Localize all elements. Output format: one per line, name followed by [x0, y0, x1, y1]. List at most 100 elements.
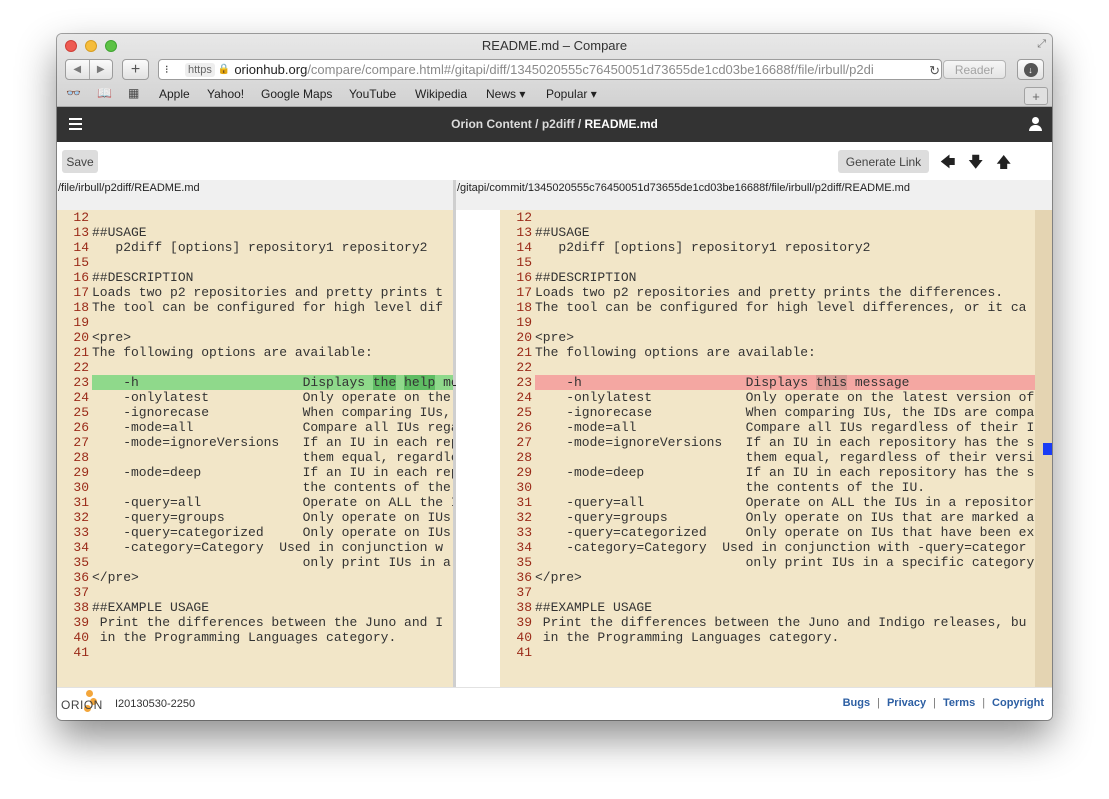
changed-code-line[interactable]: -h Displays this message: [535, 375, 1035, 390]
code-line[interactable]: [92, 585, 453, 600]
code-line[interactable]: </pre>: [92, 570, 453, 585]
code-line[interactable]: [535, 645, 1035, 660]
code-line[interactable]: [535, 315, 1035, 330]
code-line[interactable]: ##DESCRIPTION: [535, 270, 1035, 285]
reload-icon[interactable]: ↻: [929, 63, 940, 79]
code-line[interactable]: them equal, regardless of their versio: [535, 450, 1035, 465]
bookmark-google-maps[interactable]: Google Maps: [261, 87, 332, 101]
code-line[interactable]: [535, 210, 1035, 225]
right-code-area[interactable]: ##USAGE p2diff [options] repository1 rep…: [535, 210, 1035, 687]
user-icon[interactable]: [1028, 116, 1042, 132]
code-line[interactable]: -mode=ignoreVersions If an IU in each re…: [92, 435, 453, 450]
left-editor[interactable]: 12 13 14 15 16 17 18 19 20 21 22 23 24 25 26 27 28 29 30 31…: [57, 210, 453, 687]
code-line[interactable]: -query=all Operate on ALL the IUs in a r…: [535, 495, 1035, 510]
code-line[interactable]: in the Programming Languages category.: [92, 630, 453, 645]
code-line[interactable]: only print IUs in a: [92, 555, 453, 570]
bugs-link[interactable]: Bugs: [843, 697, 871, 709]
bookmark-news-menu[interactable]: News ▾: [486, 87, 525, 101]
site-favicon-icon: ⁝: [165, 64, 169, 76]
code-line[interactable]: -query=categorized Only operate on IUs: [92, 525, 453, 540]
code-line[interactable]: ##EXAMPLE USAGE: [535, 600, 1035, 615]
code-line[interactable]: the contents of the IU.: [535, 480, 1035, 495]
code-line[interactable]: [92, 255, 453, 270]
code-line[interactable]: -query=groups Only operate on IUs that a…: [535, 510, 1035, 525]
code-line[interactable]: Print the differences between the Juno a…: [535, 615, 1035, 630]
code-line[interactable]: p2diff [options] repository1 repository2: [92, 240, 453, 255]
next-change-arrow-icon[interactable]: 🡇: [968, 152, 983, 177]
code-line[interactable]: [535, 585, 1035, 600]
reading-list-icon[interactable]: 👓: [66, 86, 81, 100]
back-button[interactable]: ◀: [66, 60, 89, 79]
bookmark-popular-menu[interactable]: Popular ▾: [546, 87, 597, 101]
code-line[interactable]: -query=categorized Only operate on IUs t…: [535, 525, 1035, 540]
add-bookmark-button[interactable]: +: [122, 59, 149, 80]
code-line[interactable]: [92, 210, 453, 225]
forward-button[interactable]: ▶: [88, 60, 113, 79]
code-line[interactable]: ##USAGE: [92, 225, 453, 240]
new-tab-button[interactable]: +: [1024, 87, 1048, 105]
code-line[interactable]: [92, 645, 453, 660]
bookmark-apple[interactable]: Apple: [159, 87, 190, 101]
code-line[interactable]: The tool can be configured for high leve…: [92, 300, 453, 315]
code-line[interactable]: -onlylatest Only operate on the: [92, 390, 453, 405]
code-line[interactable]: p2diff [options] repository1 repository2: [535, 240, 1035, 255]
code-line[interactable]: -category=Category Used in conjunction w…: [535, 540, 1035, 555]
code-line[interactable]: </pre>: [535, 570, 1035, 585]
bookmark-yahoo[interactable]: Yahoo!: [207, 87, 244, 101]
downloads-button[interactable]: ↓: [1017, 59, 1044, 80]
code-line[interactable]: Loads two p2 repositories and pretty pri…: [535, 285, 1035, 300]
code-line[interactable]: [92, 315, 453, 330]
previous-diff-block-arrow-icon[interactable]: 🡅: [996, 152, 1011, 177]
top-sites-grid-icon[interactable]: ▦: [128, 86, 139, 100]
bookmark-wikipedia[interactable]: Wikipedia: [415, 87, 467, 101]
code-line[interactable]: them equal, regardle: [92, 450, 453, 465]
breadcrumb-p2diff[interactable]: p2diff: [542, 117, 575, 131]
left-code-area[interactable]: ##USAGE p2diff [options] repository1 rep…: [92, 210, 453, 687]
code-line[interactable]: Loads two p2 repositories and pretty pri…: [92, 285, 453, 300]
code-line[interactable]: -ignorecase When comparing IUs,: [92, 405, 453, 420]
code-line[interactable]: -category=Category Used in conjunction w: [92, 540, 453, 555]
bookmark-youtube[interactable]: YouTube: [349, 87, 396, 101]
code-line[interactable]: [535, 255, 1035, 270]
code-line[interactable]: -mode=deep If an IU in each rep: [92, 465, 453, 480]
address-bar[interactable]: ⁝ https 🔒 orionhub.org /compare/compare.…: [158, 59, 942, 80]
code-line[interactable]: Print the differences between the Juno a…: [92, 615, 453, 630]
code-line[interactable]: ##USAGE: [535, 225, 1035, 240]
bookmarks-bar: 👓 📖 ▦ Apple Yahoo! Google Maps YouTube W…: [57, 84, 1052, 104]
terms-link[interactable]: Terms: [943, 697, 975, 709]
code-line[interactable]: The following options are available:: [535, 345, 1035, 360]
save-button[interactable]: Save: [62, 150, 98, 173]
code-line[interactable]: in the Programming Languages category.: [535, 630, 1035, 645]
changed-code-line[interactable]: -h Displays the help me: [92, 375, 453, 390]
code-line[interactable]: ##DESCRIPTION: [92, 270, 453, 285]
copyright-link[interactable]: Copyright: [992, 697, 1044, 709]
reader-button[interactable]: Reader: [943, 60, 1006, 79]
generate-link-button[interactable]: Generate Link: [838, 150, 929, 173]
fullscreen-icon[interactable]: ⤢: [1037, 38, 1046, 51]
code-line[interactable]: -mode=all Compare all IUs regardless of …: [535, 420, 1035, 435]
overview-ruler[interactable]: [1035, 210, 1052, 687]
code-line[interactable]: only print IUs in a specific category: [535, 555, 1035, 570]
code-line[interactable]: The following options are available:: [92, 345, 453, 360]
code-line[interactable]: [535, 360, 1035, 375]
previous-change-arrow-icon[interactable]: 🡄: [940, 152, 956, 177]
code-line[interactable]: -mode=ignoreVersions If an IU in each re…: [535, 435, 1035, 450]
code-line[interactable]: -query=all Operate on ALL the I: [92, 495, 453, 510]
code-line[interactable]: -onlylatest Only operate on the latest v…: [535, 390, 1035, 405]
code-line[interactable]: the contents of the: [92, 480, 453, 495]
bookmarks-book-icon[interactable]: 📖: [97, 86, 112, 100]
code-line[interactable]: The tool can be configured for high leve…: [535, 300, 1035, 315]
code-line[interactable]: [92, 360, 453, 375]
breadcrumb-orion-content[interactable]: Orion Content: [451, 117, 532, 131]
privacy-link[interactable]: Privacy: [887, 697, 926, 709]
line-number: 18: [73, 300, 89, 315]
code-line[interactable]: <pre>: [92, 330, 453, 345]
code-line[interactable]: ##EXAMPLE USAGE: [92, 600, 453, 615]
code-line[interactable]: -ignorecase When comparing IUs, the IDs …: [535, 405, 1035, 420]
code-line[interactable]: <pre>: [535, 330, 1035, 345]
code-line[interactable]: -mode=all Compare all IUs rega: [92, 420, 453, 435]
code-line[interactable]: -mode=deep If an IU in each repository h…: [535, 465, 1035, 480]
right-editor[interactable]: 12 13 14 15 16 17 18 19 20 21 22 23 24 25 26 27 28 29 30 31…: [500, 210, 1035, 687]
code-line[interactable]: -query=groups Only operate on IUs: [92, 510, 453, 525]
overview-change-marker[interactable]: [1043, 443, 1052, 455]
